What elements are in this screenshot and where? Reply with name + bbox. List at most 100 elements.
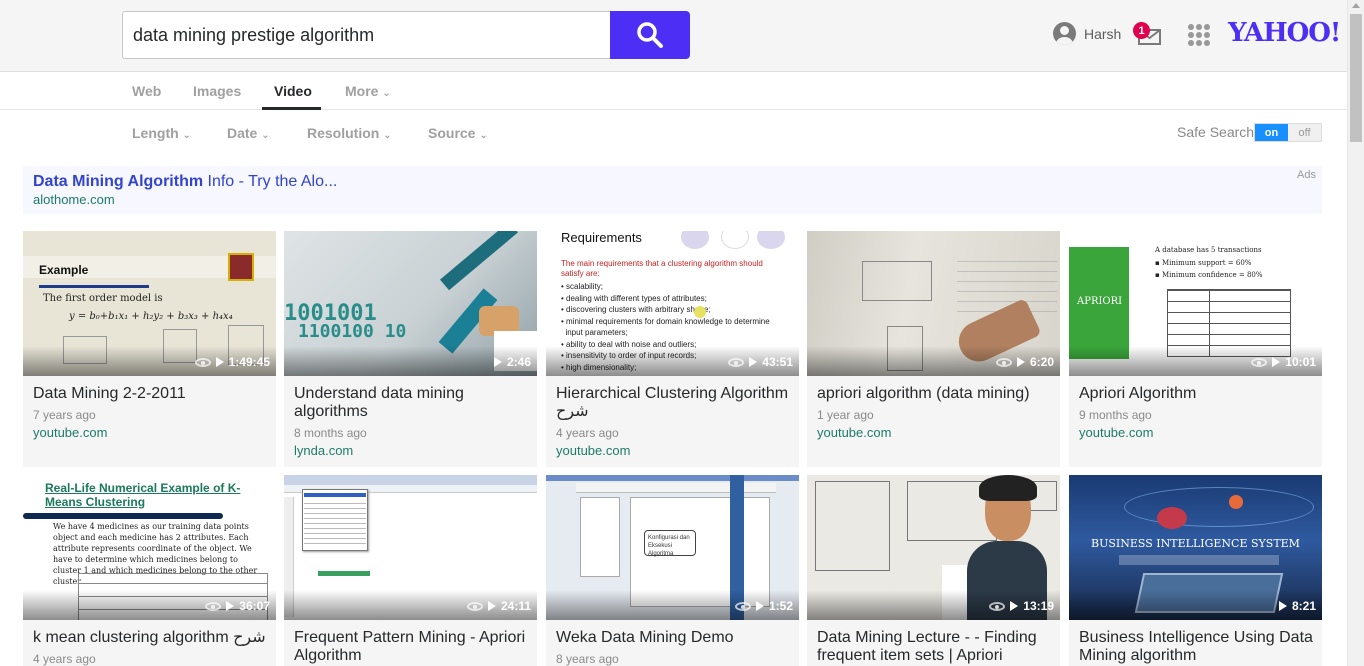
safe-search-off[interactable]: off <box>1288 124 1321 141</box>
scroll-thumb[interactable] <box>1350 14 1362 142</box>
video-card[interactable]: BUSINESS INTELLIGENCE SYSTEM 8:21 Busine… <box>1069 475 1322 666</box>
video-thumbnail[interactable]: Real-Life Numerical Example of K-Means C… <box>23 475 276 620</box>
video-title[interactable]: Weka Data Mining Demo <box>556 629 794 647</box>
video-title[interactable]: Business Intelligence Using Data Mining … <box>1079 629 1317 665</box>
video-title[interactable]: Data Mining Lecture - - Finding frequent… <box>817 629 1055 665</box>
video-card[interactable]: Requirements The main requirements that … <box>546 231 799 467</box>
video-thumbnail[interactable]: Example The first order model is y = b₀+… <box>23 231 276 376</box>
video-age: 8 months ago <box>294 426 367 440</box>
video-title[interactable]: Frequent Pattern Mining - Apriori Algori… <box>294 629 532 665</box>
play-icon <box>493 357 502 367</box>
video-source[interactable]: youtube.com <box>817 424 1055 442</box>
scroll-up-arrow-icon[interactable] <box>1352 3 1360 8</box>
video-card[interactable]: 1001001 1100100 10 2:46 Understand data … <box>284 231 537 467</box>
video-duration: 13:19 <box>989 599 1054 613</box>
tab-more-label: More <box>345 83 379 99</box>
video-source[interactable]: youtube.com <box>1079 424 1317 442</box>
avatar-icon <box>1053 22 1076 45</box>
video-card[interactable]: Example The first order model is y = b₀+… <box>23 231 276 467</box>
chevron-down-icon: ⌄ <box>182 130 191 141</box>
eye-icon <box>205 601 222 611</box>
ad-url[interactable]: alothome.com <box>33 192 115 207</box>
filter-date[interactable]: Date ⌄ <box>227 125 270 141</box>
video-thumbnail[interactable]: Requirements The main requirements that … <box>546 231 799 376</box>
sponsored-ad[interactable]: Data Mining Algorithm Info - Try the Alo… <box>23 166 1322 214</box>
play-icon <box>1010 601 1019 611</box>
ads-label: Ads <box>1297 169 1316 181</box>
yahoo-logo[interactable]: YAHOO! <box>1228 18 1341 48</box>
video-title[interactable]: Apriori Algorithm <box>1079 385 1317 403</box>
video-source[interactable]: youtube.com <box>556 442 794 460</box>
eye-icon <box>466 601 483 611</box>
ad-title-rest: Info - Try the Alo... <box>203 173 338 190</box>
video-duration: 10:01 <box>1251 355 1316 369</box>
user-menu[interactable]: Harsh <box>1053 22 1121 45</box>
search-icon <box>637 22 663 48</box>
video-source[interactable]: lynda.com <box>294 442 532 460</box>
video-card[interactable]: APRIORI A database has 5 transactions ▪ … <box>1069 231 1322 467</box>
thumb-text: The first order model is <box>43 293 163 304</box>
video-card[interactable]: 6:20 apriori algorithm (data mining) 1 y… <box>807 231 1060 467</box>
video-duration: 36:07 <box>205 599 270 613</box>
video-thumbnail[interactable]: 24:11 <box>284 475 537 620</box>
play-icon <box>487 601 496 611</box>
play-icon <box>1278 601 1287 611</box>
video-card[interactable]: Real-Life Numerical Example of K-Means C… <box>23 475 276 666</box>
active-tab-indicator <box>262 107 321 110</box>
safe-search-toggle[interactable]: on off <box>1254 123 1322 142</box>
video-card[interactable]: 13:19 Data Mining Lecture - - Finding fr… <box>807 475 1060 666</box>
safe-search-on[interactable]: on <box>1255 124 1288 141</box>
video-title[interactable]: apriori algorithm (data mining) <box>817 385 1055 403</box>
page-scrollbar[interactable] <box>1347 0 1364 666</box>
mail-button[interactable]: 1 <box>1133 20 1163 48</box>
tab-web[interactable]: Web <box>132 83 161 99</box>
filter-resolution[interactable]: Resolution ⌄ <box>307 125 392 141</box>
filter-source-label: Source <box>428 125 476 141</box>
thumb-text: The main requirements that a clustering … <box>561 259 763 278</box>
video-age: 9 months ago <box>1079 408 1152 422</box>
username: Harsh <box>1084 25 1122 42</box>
search-box[interactable] <box>122 11 612 59</box>
play-icon <box>749 357 758 367</box>
eye-icon <box>194 357 211 367</box>
tab-video[interactable]: Video <box>274 83 312 99</box>
video-source[interactable]: youtube.com <box>33 424 271 442</box>
video-title[interactable]: Data Mining 2-2-2011 <box>33 385 271 403</box>
video-thumbnail[interactable]: 1001001 1100100 10 2:46 <box>284 231 537 376</box>
video-duration: 43:51 <box>728 355 793 369</box>
video-age: 7 years ago <box>33 408 96 422</box>
filter-source[interactable]: Source ⌄ <box>428 125 488 141</box>
search-input[interactable] <box>123 12 612 58</box>
video-thumbnail[interactable]: BUSINESS INTELLIGENCE SYSTEM 8:21 <box>1069 475 1322 620</box>
video-duration: 1:52 <box>734 599 793 613</box>
video-thumbnail[interactable]: 6:20 <box>807 231 1060 376</box>
thumb-label: APRIORI <box>1077 296 1123 307</box>
filter-length[interactable]: Length ⌄ <box>132 125 191 141</box>
filter-length-label: Length <box>132 125 179 141</box>
video-age: 8 years ago <box>556 652 619 666</box>
video-title[interactable]: k mean clustering algorithm شرح <box>33 629 271 647</box>
tab-images[interactable]: Images <box>193 83 241 99</box>
filter-date-label: Date <box>227 125 258 141</box>
safe-search-label: Safe Search <box>1177 124 1255 140</box>
tab-more[interactable]: More ⌄ <box>345 83 391 99</box>
thumb-heading: Example <box>39 263 89 277</box>
apps-grid-icon[interactable] <box>1188 24 1210 46</box>
video-card[interactable]: Konfigurasi dan Eksekusi Algoritma 1:52 … <box>546 475 799 666</box>
video-title[interactable]: Hierarchical Clustering Algorithm شرح <box>556 385 794 421</box>
video-thumbnail[interactable]: APRIORI A database has 5 transactions ▪ … <box>1069 231 1322 376</box>
video-card[interactable]: 24:11 Frequent Pattern Mining - Apriori … <box>284 475 537 666</box>
thumb-heading: Requirements <box>561 231 642 245</box>
search-button[interactable] <box>610 11 690 59</box>
thumb-heading: Real-Life Numerical Example of K-Means C… <box>45 481 241 509</box>
video-thumbnail[interactable]: 13:19 <box>807 475 1060 620</box>
video-duration: 6:20 <box>995 355 1054 369</box>
header: Harsh 1 YAHOO! <box>0 0 1347 72</box>
video-duration: 1:49:45 <box>194 355 270 369</box>
ad-title[interactable]: Data Mining Algorithm Info - Try the Alo… <box>33 173 337 191</box>
video-thumbnail[interactable]: Konfigurasi dan Eksekusi Algoritma 1:52 <box>546 475 799 620</box>
video-age: 4 years ago <box>556 426 619 440</box>
video-title[interactable]: Understand data mining algorithms <box>294 385 532 421</box>
play-icon <box>226 601 235 611</box>
video-duration: 24:11 <box>466 599 531 613</box>
